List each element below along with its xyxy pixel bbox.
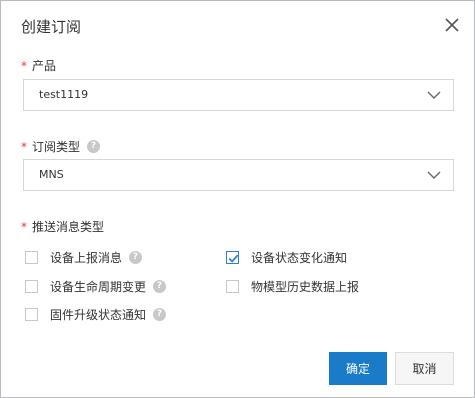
question-circle-icon[interactable]: ? bbox=[87, 140, 101, 153]
chevron-down-icon bbox=[427, 91, 441, 99]
subscription-type-select[interactable]: MNS bbox=[23, 159, 454, 191]
checkbox-box[interactable] bbox=[25, 280, 38, 293]
question-circle-icon[interactable]: ? bbox=[129, 251, 143, 264]
product-select[interactable]: test1119 bbox=[23, 79, 454, 111]
checkbox-thing-model-history-report[interactable]: 物模型历史数据上报 bbox=[226, 278, 359, 295]
create-subscription-dialog: 创建订阅 * 产品 test1119 * 订阅类型 ? MNS * 推送消息类型… bbox=[0, 0, 475, 398]
cancel-button[interactable]: 取消 bbox=[395, 352, 454, 385]
product-label: 产品 bbox=[32, 59, 57, 73]
checkbox-device-report-message[interactable]: 设备上报消息 ? bbox=[25, 249, 143, 266]
product-label-row: * 产品 bbox=[21, 57, 56, 74]
required-mark: * bbox=[21, 139, 27, 154]
message-types-label-row: * 推送消息类型 bbox=[21, 218, 104, 235]
checkbox-label: 物模型历史数据上报 bbox=[251, 280, 360, 294]
chevron-down-icon bbox=[427, 171, 441, 179]
checkbox-box[interactable] bbox=[25, 308, 38, 321]
message-types-label: 推送消息类型 bbox=[32, 220, 105, 234]
checkbox-label: 固件升级状态通知 bbox=[50, 308, 147, 322]
checkbox-label: 设备生命周期变更 bbox=[50, 280, 147, 294]
checkbox-box[interactable] bbox=[226, 280, 239, 293]
required-mark: * bbox=[21, 58, 27, 73]
checkbox-firmware-upgrade-status[interactable]: 固件升级状态通知 ? bbox=[25, 306, 167, 323]
checkbox-label: 设备上报消息 bbox=[50, 251, 123, 265]
dialog-title: 创建订阅 bbox=[21, 18, 82, 36]
question-circle-icon[interactable]: ? bbox=[153, 308, 167, 321]
required-mark: * bbox=[21, 219, 27, 234]
subscription-type-label: 订阅类型 bbox=[32, 140, 81, 154]
checkbox-device-status-change[interactable]: 设备状态变化通知 bbox=[226, 249, 347, 266]
checkbox-box[interactable] bbox=[25, 251, 38, 264]
close-icon[interactable] bbox=[442, 15, 462, 35]
subscription-type-label-row: * 订阅类型 ? bbox=[21, 138, 101, 155]
question-circle-icon[interactable]: ? bbox=[153, 280, 167, 293]
subscription-type-select-value: MNS bbox=[39, 168, 64, 181]
checkbox-device-lifecycle-change[interactable]: 设备生命周期变更 ? bbox=[25, 278, 167, 295]
checkmark-icon bbox=[228, 254, 239, 263]
product-select-value: test1119 bbox=[39, 88, 89, 101]
checkbox-label: 设备状态变化通知 bbox=[251, 251, 348, 265]
confirm-button[interactable]: 确定 bbox=[329, 352, 387, 385]
checkbox-box-checked[interactable] bbox=[226, 251, 239, 264]
